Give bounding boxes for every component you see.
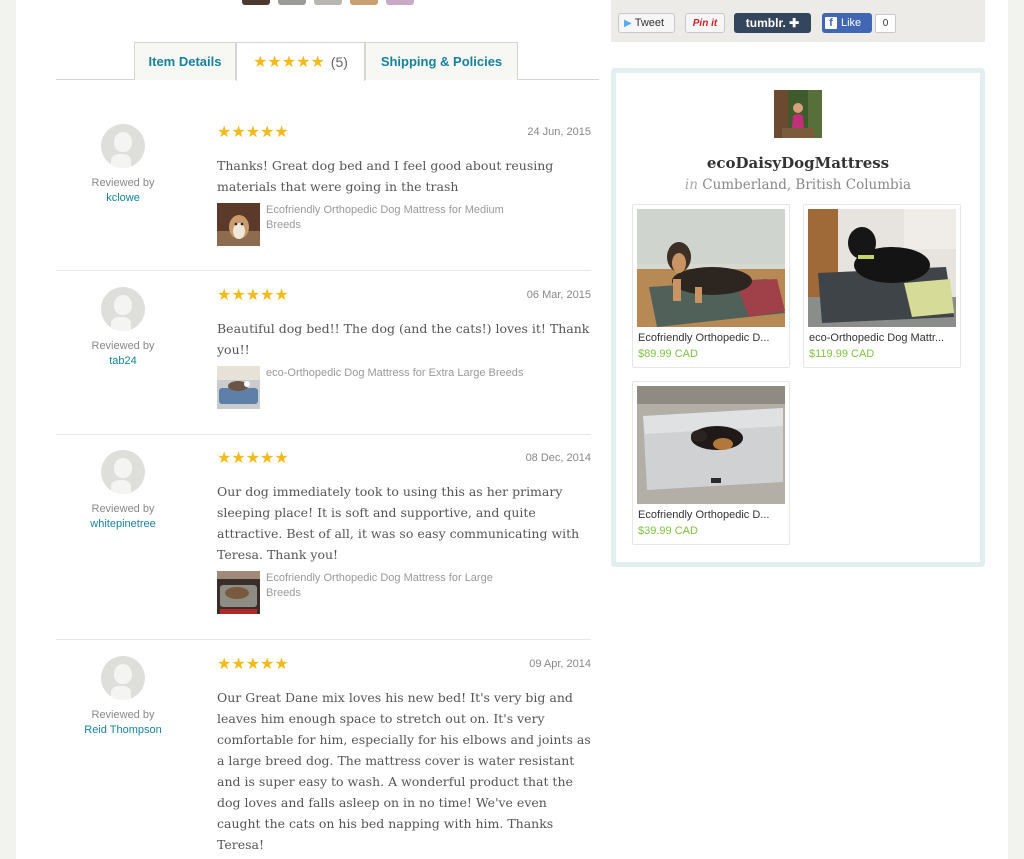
twitter-bird-icon: ▶	[624, 17, 632, 29]
listing-tabs: Item Details ★★★★★ (5) Shipping & Polici…	[56, 42, 599, 81]
avatar	[101, 450, 145, 494]
location-text: Cumberland, British Columbia	[702, 177, 912, 193]
star-rating-icon: ★★★★★	[253, 54, 325, 71]
tweet-button[interactable]: ▶ Tweet	[618, 13, 675, 33]
location-prefix: in	[684, 177, 698, 193]
listing-price: $89.99 CAD	[638, 348, 698, 360]
item-thumbnail	[217, 571, 260, 614]
review-item: Reviewed by Reid Thompson ★★★★★ 09 Apr, …	[56, 656, 591, 859]
listing-price: $119.99 CAD	[809, 348, 875, 360]
shop-listing[interactable]: Ecofriendly Orthopedic D... $89.99 CAD	[632, 204, 790, 368]
tab-shipping-policies[interactable]: Shipping & Policies	[365, 42, 518, 80]
review-body: ★★★★★ 24 Jun, 2015 Thanks! Great dog bed…	[217, 124, 591, 246]
shop-name-link[interactable]: ecoDaisyDogMattress	[616, 154, 980, 172]
tab-reviews[interactable]: ★★★★★ (5)	[236, 42, 365, 81]
review-body: ★★★★★ 09 Apr, 2014 Our Great Dane mix lo…	[217, 656, 591, 855]
tab-item-details-label: Item Details	[148, 54, 222, 69]
tweet-label: Tweet	[634, 17, 665, 29]
review-body: ★★★★★ 06 Mar, 2015 Beautiful dog bed!! T…	[217, 287, 591, 409]
reviewed-by-label: Reviewed by	[91, 340, 155, 352]
shop-avatar[interactable]	[774, 90, 822, 138]
listing-photo	[637, 209, 785, 327]
review-text: Our dog immediately took to using this a…	[217, 484, 580, 562]
reviewed-item-link[interactable]: Ecofriendly Orthopedic Dog Mattress for …	[217, 571, 591, 614]
listing-title: Ecofriendly Orthopedic D...	[638, 332, 770, 344]
reviewer-name-link[interactable]: kclowe	[76, 191, 170, 206]
review-count: (5)	[330, 54, 348, 70]
tumblr-button[interactable]: tumblr. ✚	[734, 13, 811, 33]
review-item: Reviewed by kclowe ★★★★★ 24 Jun, 2015 Th…	[56, 124, 591, 271]
tab-shipping-label: Shipping & Policies	[380, 54, 503, 69]
item-thumbnail	[217, 203, 260, 246]
review-text: Our Great Dane mix loves his new bed! It…	[217, 690, 591, 852]
reviewed-by-label: Reviewed by	[91, 709, 155, 721]
avatar	[101, 124, 145, 168]
tab-item-details[interactable]: Item Details	[134, 42, 236, 80]
shop-card: ecoDaisyDogMattress in Cumberland, Briti…	[611, 68, 985, 567]
reviewer: Reviewed by Reid Thompson	[76, 656, 170, 738]
review-text: Thanks! Great dog bed and I feel good ab…	[217, 158, 554, 194]
listing-photo	[808, 209, 956, 327]
image-thumbnail[interactable]	[350, 0, 378, 5]
social-share-bar: ▶ Tweet Pin it tumblr. ✚ f Like 0	[611, 0, 985, 42]
reviewed-item-link[interactable]: Ecofriendly Orthopedic Dog Mattress for …	[217, 203, 591, 246]
tumblr-label: tumblr. ✚	[745, 16, 800, 30]
reviewer-name-link[interactable]: tab24	[76, 354, 170, 369]
shop-listing[interactable]: Ecofriendly Orthopedic D... $39.99 CAD	[632, 381, 790, 545]
reviewer-name-link[interactable]: whitepinetree	[76, 517, 170, 532]
listing-image-thumbnails	[242, 0, 414, 5]
reviewer: Reviewed by whitepinetree	[76, 450, 170, 532]
shop-location: in Cumberland, British Columbia	[616, 177, 980, 193]
item-title: eco-Orthopedic Dog Mattress for Extra La…	[266, 367, 524, 379]
item-thumbnail	[217, 366, 260, 409]
avatar	[101, 656, 145, 700]
review-item: Reviewed by whitepinetree ★★★★★ 08 Dec, …	[56, 450, 591, 640]
page: Item Details ★★★★★ (5) Shipping & Polici…	[16, 0, 1008, 859]
reviewer: Reviewed by tab24	[76, 287, 170, 369]
listing-price: $39.99 CAD	[638, 525, 698, 537]
avatar	[101, 287, 145, 331]
review-date: 06 Mar, 2015	[526, 289, 591, 301]
like-count: 0	[882, 18, 889, 29]
listing-photo	[637, 386, 785, 504]
image-thumbnail[interactable]	[386, 0, 414, 5]
review-text: Beautiful dog bed!! The dog (and the cat…	[217, 321, 590, 357]
image-thumbnail[interactable]	[242, 0, 270, 5]
shop-listing[interactable]: eco-Orthopedic Dog Mattr... $119.99 CAD	[803, 204, 961, 368]
review-date: 24 Jun, 2015	[527, 126, 591, 138]
reviewed-item-link[interactable]: eco-Orthopedic Dog Mattress for Extra La…	[217, 366, 591, 409]
image-thumbnail[interactable]	[314, 0, 342, 5]
reviewed-by-label: Reviewed by	[91, 503, 155, 515]
listing-title: eco-Orthopedic Dog Mattr...	[809, 332, 945, 344]
facebook-icon: f	[825, 17, 837, 29]
review-date: 09 Apr, 2014	[529, 658, 591, 670]
listing-title: Ecofriendly Orthopedic D...	[638, 509, 770, 521]
like-count-badge: 0	[875, 14, 896, 33]
review-date: 08 Dec, 2014	[525, 452, 591, 464]
review-body: ★★★★★ 08 Dec, 2014 Our dog immediately t…	[217, 450, 591, 614]
item-title: Ecofriendly Orthopedic Dog Mattress for …	[266, 572, 493, 599]
review-item: Reviewed by tab24 ★★★★★ 06 Mar, 2015 Bea…	[56, 287, 591, 435]
item-title: Ecofriendly Orthopedic Dog Mattress for …	[266, 204, 504, 231]
reviewed-by-label: Reviewed by	[91, 177, 155, 189]
pin-it-label: Pin it	[692, 17, 718, 29]
pin-it-button[interactable]: Pin it	[685, 13, 725, 33]
like-label: Like	[841, 17, 862, 29]
image-thumbnail[interactable]	[278, 0, 306, 5]
reviewer: Reviewed by kclowe	[76, 124, 170, 206]
reviewer-name-link[interactable]: Reid Thompson	[76, 723, 170, 738]
facebook-like-button[interactable]: f Like	[822, 13, 872, 33]
